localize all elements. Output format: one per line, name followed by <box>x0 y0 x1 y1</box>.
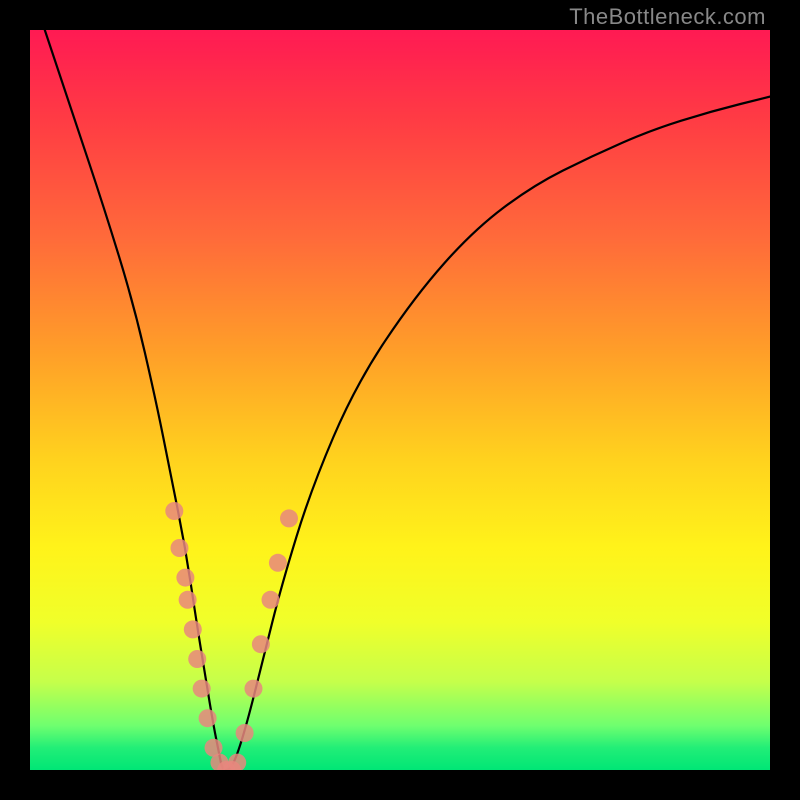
marker-point <box>188 650 206 668</box>
marker-point <box>228 754 246 770</box>
marker-point <box>176 569 194 587</box>
marker-point <box>165 502 183 520</box>
marker-point <box>236 724 254 742</box>
marker-point <box>269 554 287 572</box>
curve-path <box>45 30 770 770</box>
markers-group <box>165 502 298 770</box>
watermark-text: TheBottleneck.com <box>569 4 766 30</box>
plot-area <box>30 30 770 770</box>
plot-svg <box>30 30 770 770</box>
marker-point <box>170 539 188 557</box>
chart-frame: TheBottleneck.com <box>0 0 800 800</box>
marker-point <box>244 680 262 698</box>
marker-point <box>280 509 298 527</box>
marker-point <box>193 680 211 698</box>
marker-point <box>262 591 280 609</box>
marker-point <box>184 620 202 638</box>
marker-point <box>179 591 197 609</box>
marker-point <box>252 635 270 653</box>
marker-point <box>199 709 217 727</box>
